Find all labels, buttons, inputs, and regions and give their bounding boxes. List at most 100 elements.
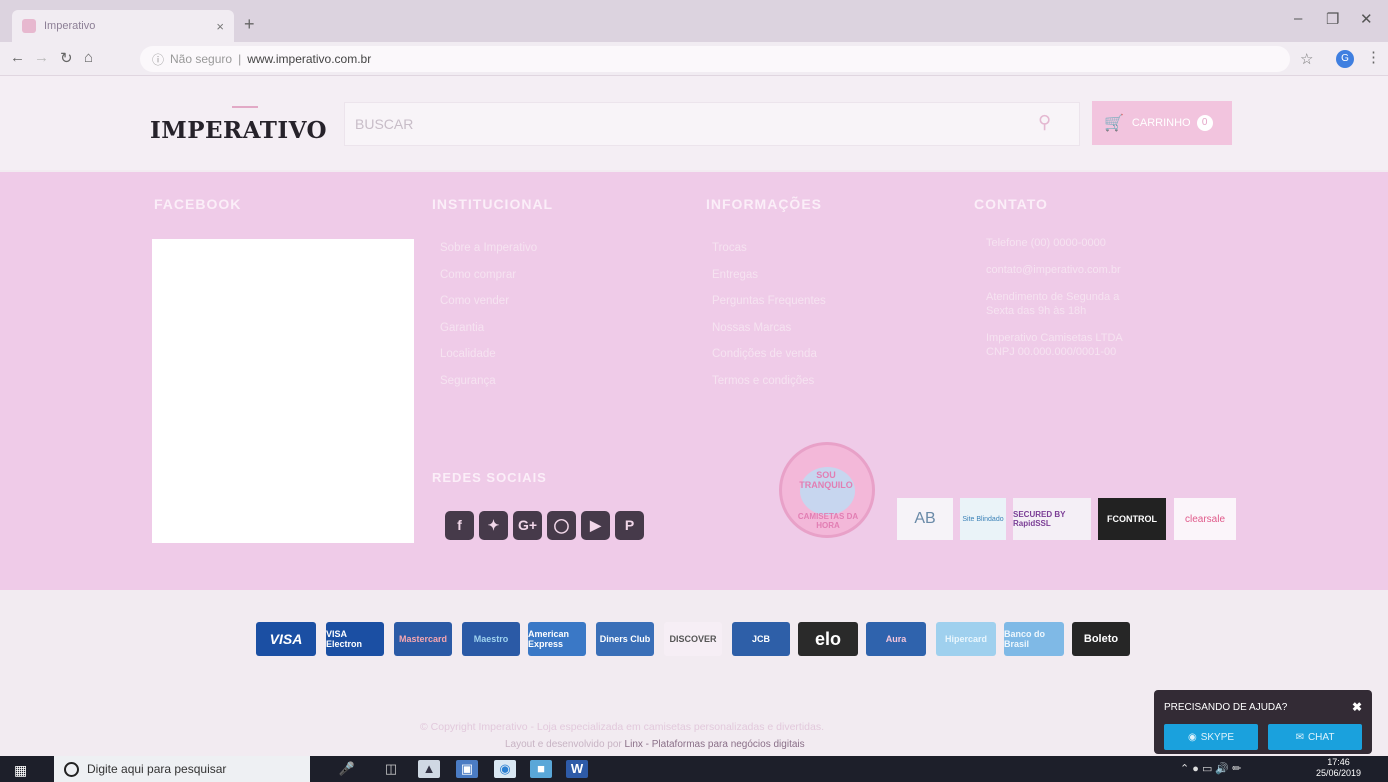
clock-time: 17:46 <box>1327 757 1350 767</box>
discover-icon: DISCOVER <box>664 622 722 656</box>
chrome-icon[interactable]: ◉ <box>494 760 516 778</box>
fcontrol-badge: FCONTROL <box>1098 498 1166 540</box>
footer-link[interactable]: Perguntas Frequentes <box>712 293 826 320</box>
contato-line: Imperativo Camisetas LTDA CNPJ 00.000.00… <box>986 332 1123 358</box>
skype-icon: ◉ <box>1187 731 1197 743</box>
footer-link[interactable]: Entregas <box>712 267 826 294</box>
banco-do-brasil-icon: Banco do Brasil <box>1004 622 1064 656</box>
maestro-icon: Maestro <box>462 622 520 656</box>
hipercard-icon: Hipercard <box>936 622 996 656</box>
site-logo[interactable]: IMPERATIVO <box>150 117 327 144</box>
new-tab-button[interactable]: + <box>244 14 255 35</box>
facebook-icon[interactable]: f <box>445 511 474 540</box>
search-icon[interactable]: ⚲ <box>1038 112 1051 133</box>
tab-title: Imperativo <box>44 20 96 32</box>
browser-menu-icon[interactable]: ⋮ <box>1366 48 1381 66</box>
bookmark-star-icon[interactable]: ☆ <box>1300 50 1313 68</box>
browser-tab[interactable]: Imperativo × <box>12 10 234 42</box>
taskbar-search[interactable]: Digite aqui para pesquisar <box>54 756 310 782</box>
footer-link[interactable]: Trocas <box>712 240 826 267</box>
footer-link[interactable]: Condições de venda <box>712 346 826 373</box>
american-express-icon: American Express <box>528 622 586 656</box>
redes-sociais-title: REDES SOCIAIS <box>432 470 547 485</box>
facebook-title: FACEBOOK <box>154 196 242 212</box>
chat-icon: ✉ <box>1295 731 1304 743</box>
system-tray-icons[interactable]: ⌃ ● ▭ 🔊 ✏ <box>1180 762 1241 775</box>
contato-line[interactable]: contato@imperativo.com.br <box>986 263 1146 277</box>
cart-count-badge: 0 <box>1196 115 1213 131</box>
social-icons: f ✦ G+ ◯ ▶ P <box>445 511 644 540</box>
taskbar-clock[interactable]: 17:46 25/06/2019 <box>1316 757 1361 779</box>
footer-link[interactable]: Como comprar <box>440 267 537 294</box>
contato-line: Atendimento de Segunda a Sexta das 9h às… <box>986 291 1120 317</box>
ab-badge: AB <box>897 498 953 540</box>
google-plus-icon[interactable]: G+ <box>513 511 542 540</box>
cart-button[interactable]: 🛒 CARRINHO 0 <box>1092 101 1232 145</box>
footer-link[interactable]: Garantia <box>440 320 537 347</box>
seal-top-text: SOU TRANQUILO <box>799 470 853 490</box>
help-title: PRECISANDO DE AJUDA? <box>1164 702 1288 713</box>
developer-credit: Layout e desenvolvido por Linx - Platafo… <box>505 739 805 750</box>
institucional-list: Sobre a Imperativo Como comprar Como ven… <box>440 240 537 399</box>
search-box[interactable] <box>344 102 1080 146</box>
favicon-icon <box>22 19 36 33</box>
image-app-icon[interactable]: ■ <box>530 760 552 778</box>
info-icon[interactable]: ⓘ <box>152 51 164 68</box>
maximize-button[interactable]: ❐ <box>1326 10 1339 28</box>
clearsale-badge: clearsale <box>1174 498 1236 540</box>
informacoes-title: INFORMAÇÕES <box>706 196 822 212</box>
skype-button[interactable]: ◉ SKYPE <box>1164 724 1258 750</box>
reload-icon[interactable]: ↻ <box>60 49 73 67</box>
footer-link[interactable]: Localidade <box>440 346 537 373</box>
instagram-icon[interactable]: ◯ <box>547 511 576 540</box>
twitter-icon[interactable]: ✦ <box>479 511 508 540</box>
footer-link[interactable]: Sobre a Imperativo <box>440 240 537 267</box>
help-chat-widget: PRECISANDO DE AJUDA? ✖ ◉ SKYPE ✉ CHAT <box>1154 690 1372 754</box>
facebook-widget[interactable] <box>152 239 414 543</box>
chat-button[interactable]: ✉ CHAT <box>1268 724 1362 750</box>
footer-link[interactable]: Termos e condições <box>712 373 826 400</box>
window-close-button[interactable]: ✕ <box>1360 10 1373 28</box>
youtube-icon[interactable]: ▶ <box>581 511 610 540</box>
footer-link[interactable]: Segurança <box>440 373 537 400</box>
file-explorer-icon[interactable]: ▣ <box>456 760 478 778</box>
help-close-button[interactable]: ✖ <box>1352 700 1362 714</box>
security-label: Não seguro <box>170 52 233 66</box>
visa-electron-icon: VISA Electron <box>326 622 384 656</box>
contato-title: CONTATO <box>974 196 1048 212</box>
jcb-icon: JCB <box>732 622 790 656</box>
aura-icon: Aura <box>866 622 926 656</box>
elo-icon: elo <box>798 622 858 656</box>
footer-link[interactable]: Como vender <box>440 293 537 320</box>
boleto-icon: Boleto <box>1072 622 1130 656</box>
task-view-icon[interactable]: ◫ <box>380 760 402 778</box>
institucional-title: INSTITUCIONAL <box>432 196 554 212</box>
minimize-button[interactable]: – <box>1294 10 1302 27</box>
diners-club-icon: Diners Club <box>596 622 654 656</box>
profile-avatar[interactable]: G <box>1336 50 1354 68</box>
url-text: www.imperativo.com.br <box>247 52 372 66</box>
chat-label: CHAT <box>1307 731 1335 743</box>
microphone-icon[interactable]: 🎤 <box>336 760 358 778</box>
clock-date: 25/06/2019 <box>1316 768 1362 778</box>
linx-link[interactable]: Linx - Plataformas para negócios digitai… <box>625 739 805 750</box>
word-icon[interactable]: W <box>566 760 588 778</box>
site-blindado-badge: Site Blindado <box>960 498 1006 540</box>
forward-icon[interactable]: → <box>34 49 49 66</box>
address-bar[interactable]: ⓘ Não seguro | www.imperativo.com.br <box>140 46 1290 72</box>
credit-prefix: Layout e desenvolvido por <box>505 739 622 750</box>
windows-start-icon[interactable]: ▦ <box>14 762 27 779</box>
tab-close-button[interactable]: × <box>216 19 224 34</box>
search-input[interactable] <box>355 116 1015 132</box>
pinterest-icon[interactable]: P <box>615 511 644 540</box>
contato-block: Telefone (00) 0000-0000 contato@imperati… <box>986 236 1146 372</box>
logo-crown-icon <box>232 96 258 108</box>
contato-line: Telefone (00) 0000-0000 <box>986 237 1106 249</box>
cart-label: CARRINHO <box>1131 117 1191 129</box>
footer-link[interactable]: Nossas Marcas <box>712 320 826 347</box>
home-icon[interactable]: ⌂ <box>84 49 93 66</box>
photos-app-icon[interactable]: ▲ <box>418 760 440 778</box>
back-icon[interactable]: ← <box>10 49 25 66</box>
visa-icon: VISA <box>256 622 316 656</box>
mastercard-icon: Mastercard <box>394 622 452 656</box>
